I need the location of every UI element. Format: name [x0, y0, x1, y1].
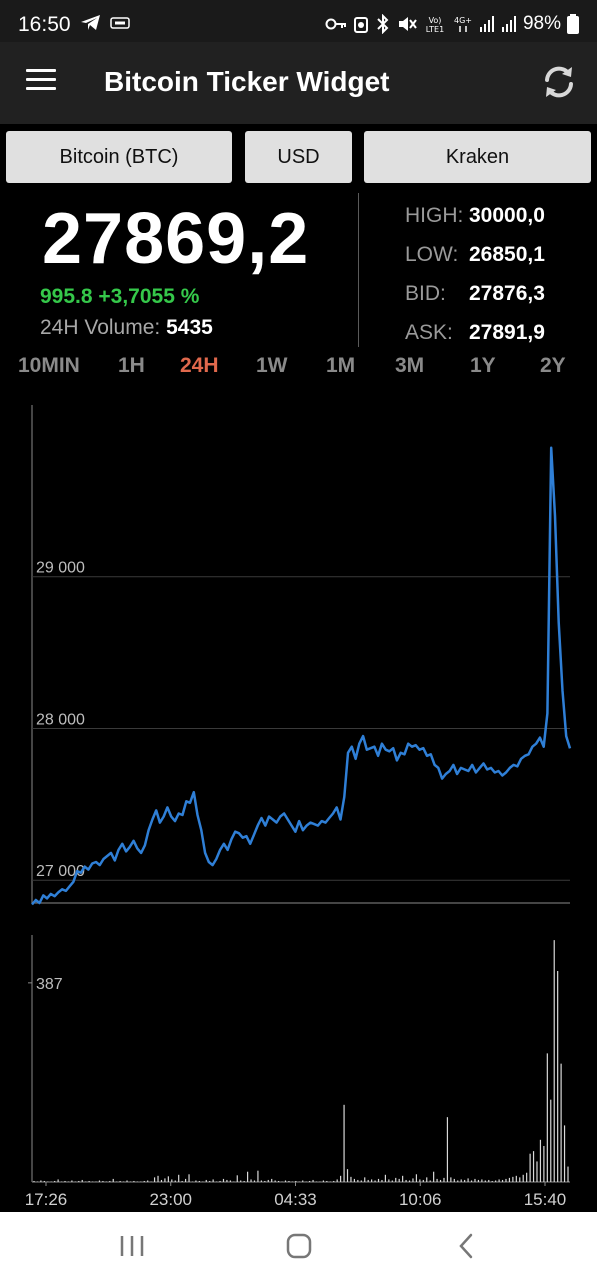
exchange-select-button[interactable]: Kraken: [364, 131, 591, 183]
stat-ask: ASK: 27891,9: [405, 321, 545, 345]
volume-y-ticks: 387: [28, 976, 63, 993]
volume-value: 5435: [166, 316, 213, 339]
stat-bid-value: 27876,3: [469, 282, 545, 305]
mute-icon: [398, 17, 417, 31]
price-series-line: [31, 446, 572, 906]
tab-range-1w[interactable]: 1W: [256, 354, 288, 378]
app-title: Bitcoin Ticker Widget: [104, 66, 390, 97]
tab-range-2y[interactable]: 2Y: [540, 354, 566, 378]
svg-text:Vo): Vo): [429, 16, 442, 25]
battery-percent: 98%: [522, 13, 561, 34]
volume-label: 24H Volume:: [40, 316, 161, 339]
signal-icon: [501, 16, 516, 32]
sync-icon: [353, 17, 368, 33]
key-icon: [325, 18, 346, 30]
time-x-ticks: 17:26 23:00 04:33 10:06 15:40: [25, 1182, 567, 1209]
price-volume-chart: 27 00028 00029 000 387 17:26 23:00 04:33 10…: [25, 405, 572, 1209]
stat-low-value: 26850,1: [469, 243, 545, 266]
home-icon[interactable]: [285, 1232, 313, 1260]
back-icon[interactable]: [455, 1232, 477, 1260]
last-price: 27869,2: [42, 199, 310, 279]
price-change: 995.8 +3,7055 %: [40, 285, 200, 308]
x-tick-label: 23:00: [149, 1190, 192, 1209]
stat-ask-label: ASK:: [405, 321, 453, 344]
tab-range-1m[interactable]: 1M: [326, 354, 355, 378]
price-chart: 27 00028 00029 000: [31, 405, 572, 906]
recent-apps-icon[interactable]: [118, 1234, 146, 1258]
status-right-icons: Vo) LTE1 4G+ 98%: [325, 13, 579, 35]
status-bar: 16:50 Vo) LTE1 4G+ 98%: [0, 0, 597, 42]
x-tick-label: 15:40: [524, 1190, 567, 1209]
divider: [358, 193, 359, 347]
volume-bars: [33, 940, 569, 1182]
4g-icon: 4G+: [454, 16, 472, 32]
status-left-icons: [80, 14, 130, 32]
stat-bid: BID: 27876,3: [405, 282, 545, 306]
menu-icon[interactable]: [26, 69, 56, 93]
stat-high: HIGH: 30000,0: [405, 204, 545, 228]
price-grid: [32, 576, 570, 881]
x-tick-label: 10:06: [399, 1190, 442, 1209]
y-tick-label: 29 000: [36, 560, 85, 577]
y-tick-label: 28 000: [36, 711, 85, 728]
y-tick-label: 387: [36, 976, 63, 993]
svg-text:4G+: 4G+: [454, 16, 472, 25]
stat-low: LOW: 26850,1: [405, 243, 545, 267]
tab-range-1h[interactable]: 1H: [118, 354, 145, 378]
telegram-icon: [81, 15, 100, 30]
tab-range-10min[interactable]: 10MIN: [18, 354, 80, 378]
tab-range-3m[interactable]: 3M: [395, 354, 424, 378]
range-tabs: 10MIN 1H 24H 1W 1M 3M 1Y 2Y: [0, 354, 597, 386]
battery-icon: [567, 14, 579, 34]
system-nav-bar: [0, 1212, 597, 1280]
app-bar: Bitcoin Ticker Widget: [0, 42, 597, 124]
volte-icon: Vo) LTE1: [426, 16, 444, 34]
stat-high-value: 30000,0: [469, 204, 545, 227]
volume-24h: 24H Volume: 5435: [40, 316, 213, 340]
tab-range-1y[interactable]: 1Y: [470, 354, 496, 378]
x-tick-label: 17:26: [25, 1190, 68, 1209]
selector-row: Bitcoin (BTC) USD Kraken: [0, 131, 597, 184]
currency-select-button[interactable]: USD: [245, 131, 352, 183]
svg-text:LTE1: LTE1: [426, 25, 444, 34]
bluetooth-icon: [377, 14, 389, 34]
price-y-ticks: 27 00028 00029 000: [36, 560, 85, 880]
notification-icon: [110, 17, 130, 29]
stat-bid-label: BID:: [405, 282, 446, 305]
stat-high-label: HIGH:: [405, 204, 464, 227]
refresh-icon[interactable]: [539, 62, 579, 102]
stat-low-label: LOW:: [405, 243, 459, 266]
volume-chart: 387 17:26 23:00 04:33 10:06 15:40: [25, 935, 570, 1209]
stat-ask-value: 27891,9: [469, 321, 545, 344]
signal-icon: [479, 16, 494, 32]
status-time: 16:50: [18, 13, 71, 36]
coin-select-button[interactable]: Bitcoin (BTC): [6, 131, 232, 183]
x-tick-label: 04:33: [274, 1190, 317, 1209]
tab-range-24h[interactable]: 24H: [180, 354, 219, 378]
